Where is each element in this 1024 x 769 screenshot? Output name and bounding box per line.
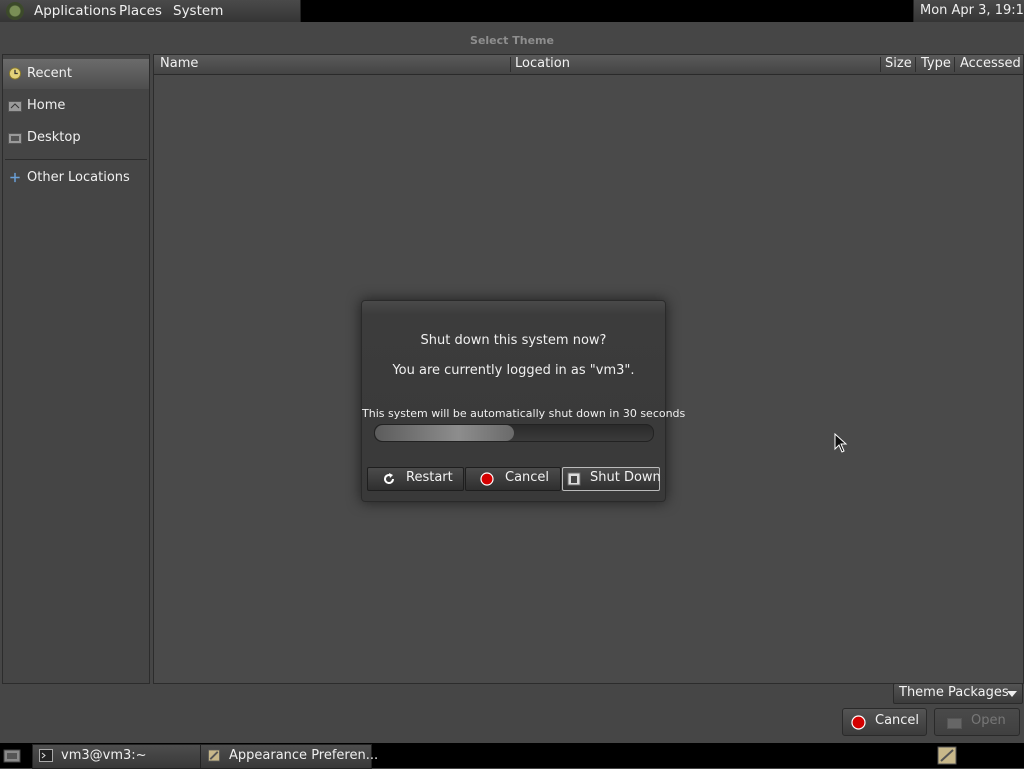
column-divider [954,57,955,72]
taskbar-item-label: vm3@vm3:~ [61,748,147,763]
column-divider [880,57,881,72]
bottom-panel: vm3@vm3:~ Appearance Preferen... [0,743,1024,769]
terminal-icon [39,749,53,762]
clock-text: Mon Apr 3, 19:13 [920,3,1024,18]
notification-appearance-icon[interactable] [937,746,957,765]
shut-down-button[interactable]: Shut Down [562,467,661,491]
shutdown-subtitle: You are currently logged in as "vm3". [392,363,635,378]
file-dialog-title: Select Theme [470,34,554,47]
taskbar-item-label: Appearance Preferen... [229,748,379,763]
restart-label: Restart [406,470,453,485]
desktop-folder-icon [8,133,22,144]
sidebar-item-label: Other Locations [27,170,130,185]
recent-clock-icon [8,67,22,80]
top-panel: Applications Places System Mon Apr 3, 19… [0,0,1024,22]
sidebar-item-label: Desktop [27,130,81,145]
file-dialog-open-button[interactable]: Open [934,708,1020,736]
shutdown-cancel-button[interactable]: Cancel [465,467,561,491]
plus-icon [10,172,20,183]
column-header-accessed[interactable]: Accessed [960,56,1021,71]
sidebar-item-desktop[interactable]: Desktop [3,123,149,153]
shutdown-dialog: Shut down this system now? You are curre… [361,300,686,502]
taskbar-item-terminal[interactable]: vm3@vm3:~ [32,744,202,769]
progress-fill [375,425,514,441]
column-header-type[interactable]: Type [921,56,951,71]
appearance-icon [207,749,221,762]
sidebar-item-label: Recent [27,66,72,81]
taskbar-item-appearance[interactable]: Appearance Preferen... [200,744,378,769]
shutdown-timer-text: This system will be automatically shut d… [362,407,686,420]
file-dialog-cancel-button[interactable]: Cancel [842,708,927,736]
menu-system[interactable]: System [173,3,223,19]
column-header-size[interactable]: Size [885,56,912,71]
shut-down-label: Shut Down [590,470,661,485]
sidebar-item-label: Home [27,98,66,113]
sidebar-separator [5,159,147,160]
menu-applications[interactable]: Applications [34,3,116,19]
clock-applet[interactable]: Mon Apr 3, 19:13 [913,0,1024,22]
shutdown-progress-bar [374,424,654,442]
places-sidebar: Recent Home Desktop Other Locations [2,54,150,684]
mouse-cursor-icon [834,433,848,453]
filter-label: Theme Packages [899,685,1009,700]
sidebar-item-other-locations[interactable]: Other Locations [3,163,149,193]
sidebar-item-home[interactable]: Home [3,91,149,121]
sidebar-item-recent[interactable]: Recent [3,59,149,89]
restart-icon [384,473,394,484]
menu-places[interactable]: Places [119,3,162,19]
shutdown-icon [567,472,581,486]
top-panel-menus: Applications Places System [0,0,301,22]
column-header-location[interactable]: Location [515,56,570,71]
cancel-icon [480,472,494,486]
chevron-down-icon [1007,691,1017,697]
home-folder-icon [8,101,22,112]
cancel-icon [851,715,866,730]
cancel-label: Cancel [875,713,920,728]
column-headers: Name Location Size Type Accessed [154,55,1023,75]
open-folder-icon [947,718,962,729]
shutdown-title: Shut down this system now? [420,333,607,348]
show-desktop-icon[interactable] [3,748,21,763]
restart-button[interactable]: Restart [367,467,464,491]
column-header-name[interactable]: Name [160,56,198,71]
shutdown-cancel-label: Cancel [505,470,550,485]
file-type-filter-dropdown[interactable]: Theme Packages [893,683,1023,704]
column-divider [915,57,916,72]
main-menu-logo-icon[interactable] [6,2,24,20]
open-label: Open [971,713,1006,728]
column-divider [510,57,511,72]
